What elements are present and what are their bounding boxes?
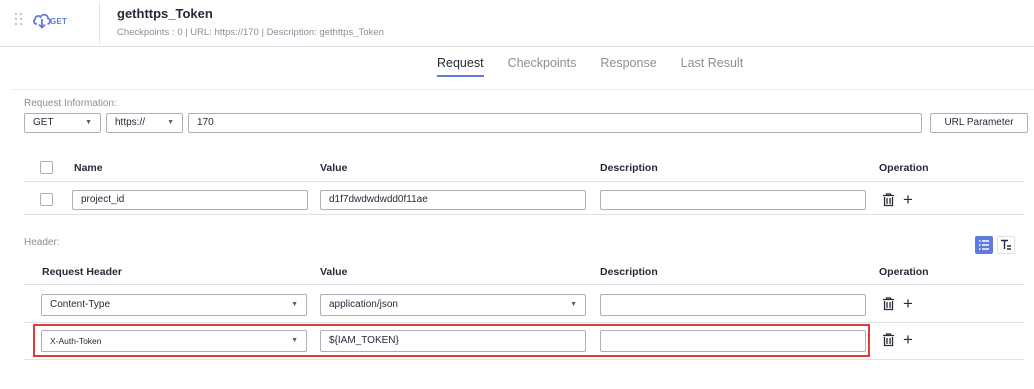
api-header: GET gethttps_Token Checkpoints : 0 | URL… [0, 0, 1034, 46]
plus-icon[interactable]: + [903, 295, 913, 312]
header-description-input[interactable] [600, 294, 866, 316]
protocol-select-value: https:// [115, 117, 146, 128]
tab-last-result[interactable]: Last Result [681, 56, 744, 76]
table-divider [24, 284, 1024, 285]
param-name-input[interactable]: project_id [72, 190, 308, 210]
table-divider [24, 214, 1024, 215]
url-input[interactable]: 170 [188, 113, 922, 133]
highlight-box [33, 324, 870, 357]
drag-handle-icon[interactable] [15, 13, 25, 27]
column-header-value: Value [320, 266, 348, 278]
header-value-select[interactable]: application/json ▼ [320, 294, 586, 316]
plus-icon[interactable]: + [903, 191, 913, 208]
trash-icon[interactable] [882, 297, 895, 311]
row-checkbox[interactable] [40, 193, 53, 206]
column-header-description: Description [600, 162, 658, 174]
chevron-down-icon: ▼ [570, 301, 577, 308]
request-info-label: Request Information: [24, 98, 117, 109]
method-select[interactable]: GET ▼ [24, 113, 101, 133]
text-view-icon[interactable] [997, 236, 1015, 254]
header-name-value: Content-Type [50, 299, 111, 310]
select-all-checkbox[interactable] [40, 161, 53, 174]
header-name-select[interactable]: Content-Type ▼ [41, 294, 307, 316]
header-bottom-divider [0, 46, 1034, 47]
tab-response[interactable]: Response [600, 56, 656, 76]
url-parameter-button[interactable]: URL Parameter [930, 113, 1028, 133]
chevron-down-icon: ▼ [167, 119, 174, 126]
header-divider [99, 2, 100, 44]
trash-icon[interactable] [882, 193, 895, 207]
api-subtitle: Checkpoints : 0 | URL: https://170 | Des… [117, 27, 384, 38]
header-section-label: Header: [24, 237, 60, 248]
protocol-select[interactable]: https:// ▼ [106, 113, 183, 133]
api-title: gethttps_Token [117, 6, 213, 21]
chevron-down-icon: ▼ [291, 301, 298, 308]
column-header-description: Description [600, 266, 658, 278]
chevron-down-icon: ▼ [85, 119, 92, 126]
table-divider [24, 359, 1024, 360]
column-header-operation: Operation [879, 266, 929, 278]
param-description-input[interactable] [600, 190, 866, 210]
column-header-operation: Operation [879, 162, 929, 174]
column-header-name: Name [74, 162, 103, 174]
list-view-icon[interactable] [975, 236, 993, 254]
plus-icon[interactable]: + [903, 331, 913, 348]
header-value-value: application/json [329, 299, 398, 310]
column-header-request-header: Request Header [42, 266, 122, 278]
method-select-value: GET [33, 117, 54, 128]
table-divider [24, 322, 1024, 323]
param-value-input[interactable]: d1f7dwdwdwdd0f11ae [320, 190, 586, 210]
method-label: GET [50, 17, 68, 26]
tab-bar: Request Checkpoints Response Last Result [437, 56, 767, 77]
table-divider [24, 181, 1024, 182]
column-header-value: Value [320, 162, 348, 174]
tab-request[interactable]: Request [437, 56, 484, 77]
trash-icon[interactable] [882, 333, 895, 347]
tab-checkpoints[interactable]: Checkpoints [508, 56, 577, 76]
